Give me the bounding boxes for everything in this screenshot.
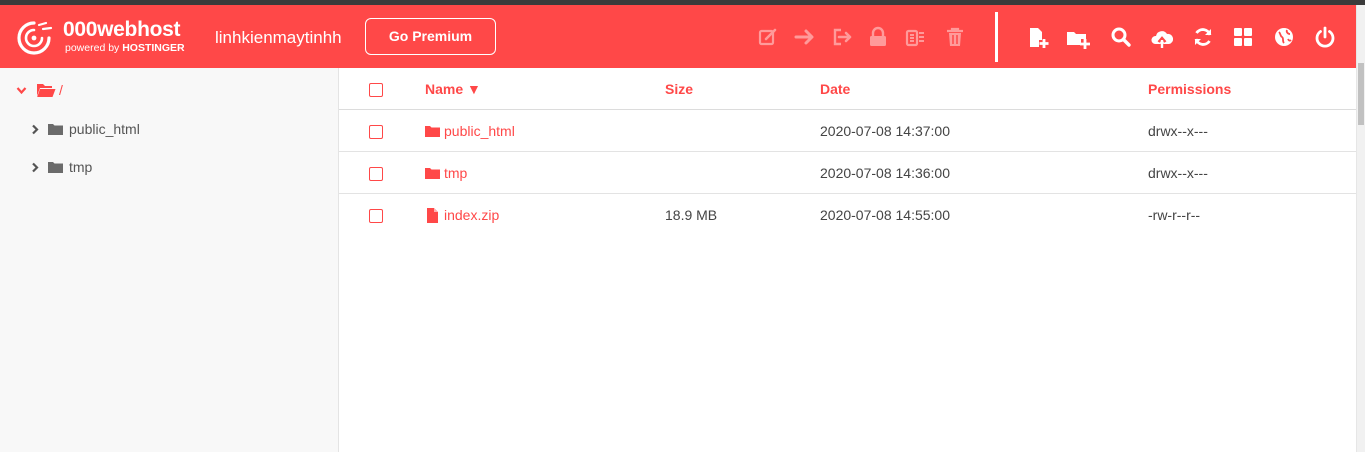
file-size: 18.9 MB (665, 207, 718, 223)
file-date: 2020-07-08 14:36:00 (820, 165, 950, 181)
tagline-brand: HOSTINGER (122, 42, 185, 54)
trash-icon[interactable] (944, 26, 966, 48)
row-checkbox[interactable] (369, 125, 383, 139)
folder-tree-sidebar: / public_html tmp (0, 68, 339, 452)
file-permissions[interactable]: drwx--x--- (1148, 123, 1208, 139)
globe-icon[interactable] (1273, 26, 1295, 48)
sidebar-item-tmp[interactable]: tmp (31, 158, 92, 176)
chevron-down-icon[interactable] (16, 85, 27, 96)
chevron-right-icon[interactable] (31, 124, 39, 135)
row-checkbox[interactable] (369, 167, 383, 181)
tree-root-label: / (59, 82, 63, 98)
file-name-link[interactable]: tmp (425, 165, 467, 181)
chevron-right-icon[interactable] (31, 162, 39, 173)
sidebar-item-label: tmp (69, 159, 93, 175)
brand-logo[interactable]: 000webhost powered by HOSTINGER (14, 18, 194, 58)
archive-icon[interactable] (904, 26, 926, 48)
power-icon[interactable] (1314, 26, 1336, 48)
column-header-size[interactable]: Size (665, 81, 693, 97)
table-header: Name ▼ Size Date Permissions (339, 68, 1356, 110)
folder-icon (425, 125, 440, 137)
new-folder-icon[interactable] (1066, 27, 1091, 49)
file-date: 2020-07-08 14:55:00 (820, 207, 950, 223)
page-scrollbar[interactable] (1356, 5, 1365, 452)
file-name: index.zip (444, 207, 500, 223)
lock-icon[interactable] (867, 26, 889, 48)
logo-swirl-icon (17, 21, 53, 55)
folder-open-icon (37, 83, 56, 97)
file-date: 2020-07-08 14:37:00 (820, 123, 950, 139)
file-permissions[interactable]: drwx--x--- (1148, 165, 1208, 181)
brand-tagline: powered by HOSTINGER (65, 42, 185, 54)
file-name-link[interactable]: public_html (425, 123, 515, 139)
table-row[interactable]: tmp 2020-07-08 14:36:00 drwx--x--- (339, 152, 1356, 194)
toolbar-divider (995, 12, 998, 62)
table-row[interactable]: public_html 2020-07-08 14:37:00 drwx--x-… (339, 110, 1356, 152)
row-checkbox[interactable] (369, 209, 383, 223)
folder-icon (48, 161, 63, 173)
tree-root-item[interactable]: / (16, 81, 63, 99)
new-file-icon[interactable] (1027, 27, 1049, 49)
search-icon[interactable] (1110, 26, 1132, 48)
site-name: linhkienmaytinhh (215, 28, 342, 47)
file-icon (427, 207, 438, 223)
column-header-permissions[interactable]: Permissions (1148, 81, 1231, 97)
header-bar: 000webhost powered by HOSTINGER linhkien… (0, 5, 1356, 68)
sidebar-item-label: public_html (69, 121, 140, 137)
file-permissions[interactable]: -rw-r--r-- (1148, 207, 1200, 223)
folder-icon (425, 167, 440, 179)
select-all-checkbox[interactable] (369, 83, 383, 97)
file-list-panel: Name ▼ Size Date Permissions public_html… (339, 68, 1356, 452)
go-premium-button[interactable]: Go Premium (365, 18, 496, 55)
edit-icon[interactable] (757, 26, 779, 48)
brand-name: 000webhost (63, 18, 181, 41)
upload-icon[interactable] (1151, 27, 1173, 49)
rename-icon[interactable] (831, 26, 853, 48)
file-name: tmp (444, 165, 468, 181)
file-name: public_html (444, 123, 515, 139)
folder-icon (48, 123, 63, 135)
tagline-prefix: powered by (65, 42, 123, 54)
grid-view-icon[interactable] (1232, 26, 1254, 48)
column-header-name[interactable]: Name ▼ (425, 81, 481, 97)
move-icon[interactable] (794, 26, 816, 48)
column-header-date[interactable]: Date (820, 81, 850, 97)
scrollbar-thumb[interactable] (1358, 63, 1364, 125)
sidebar-item-public-html[interactable]: public_html (31, 120, 140, 138)
file-name-link[interactable]: index.zip (425, 207, 499, 223)
table-row[interactable]: index.zip 18.9 MB 2020-07-08 14:55:00 -r… (339, 194, 1356, 236)
refresh-icon[interactable] (1192, 26, 1214, 48)
